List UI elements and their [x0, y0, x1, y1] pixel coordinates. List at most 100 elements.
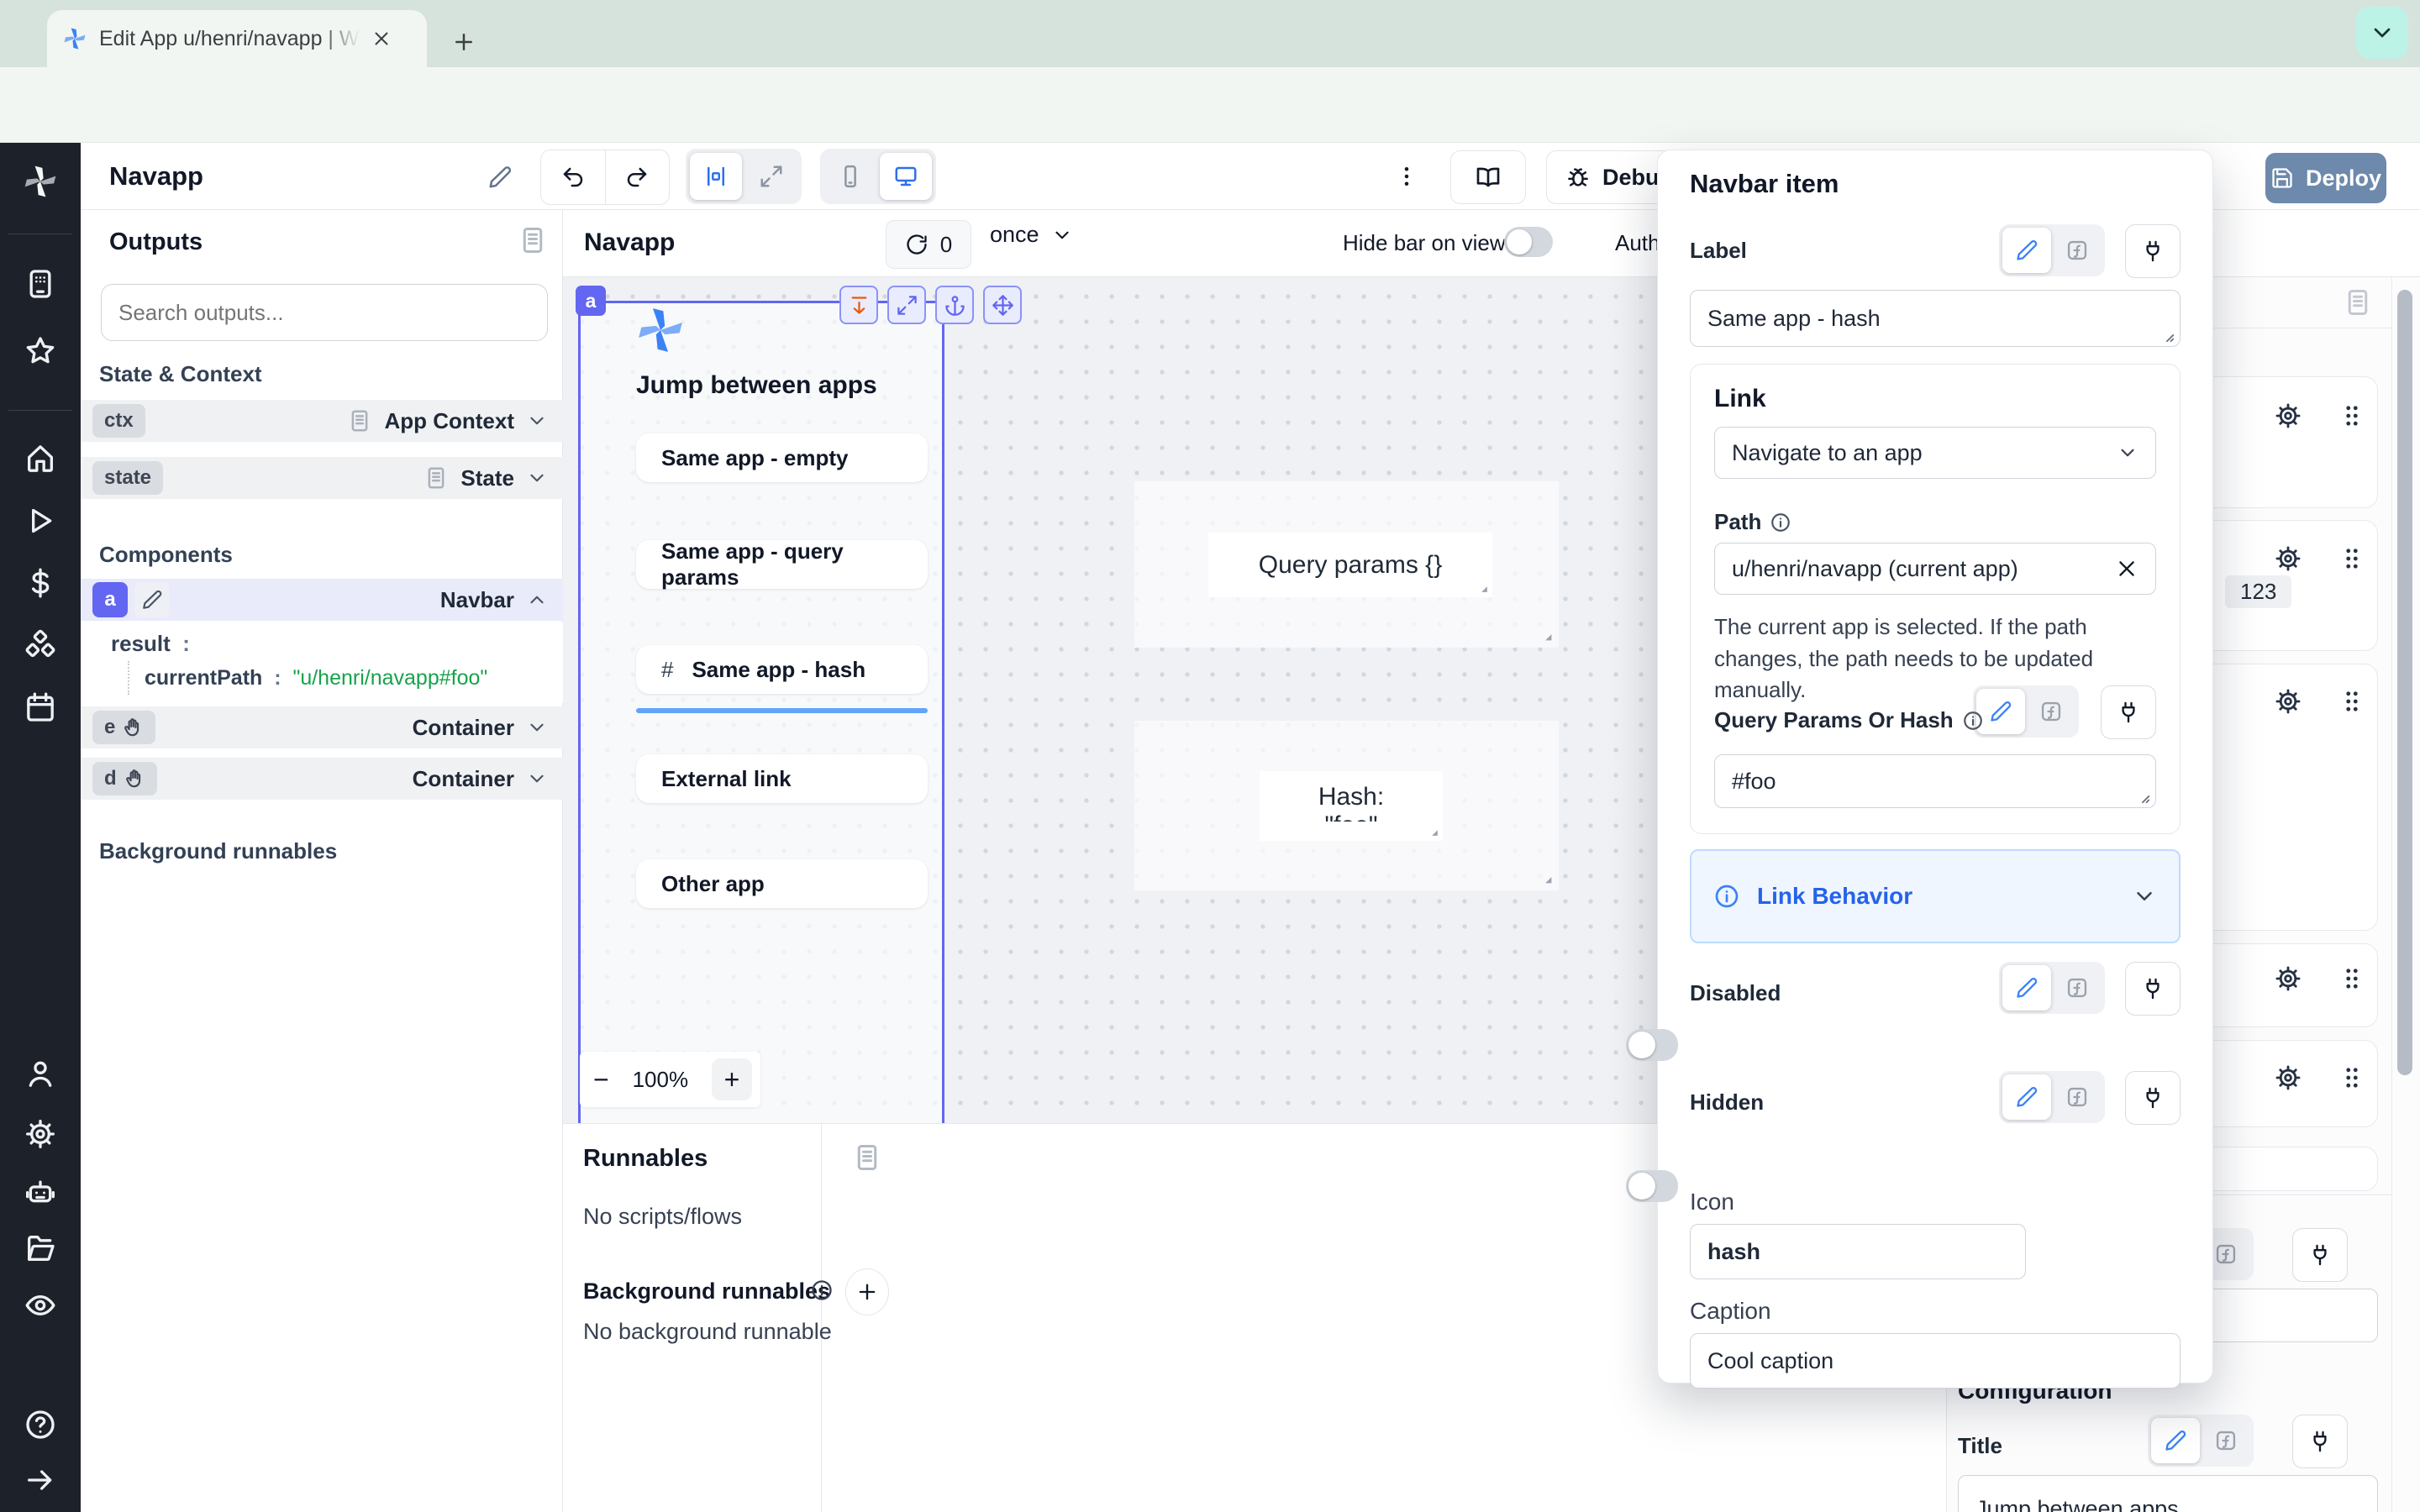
chevron-up-icon[interactable] [526, 589, 548, 611]
component-row-navbar[interactable]: a Navbar [81, 579, 563, 621]
gear-icon[interactable] [2274, 544, 2302, 573]
outputs-panel-icon[interactable] [518, 225, 548, 255]
zoom-out-button[interactable]: − [593, 1064, 609, 1095]
drag-handle-icon[interactable] [2338, 687, 2366, 716]
connect-plug-button[interactable] [2292, 1228, 2348, 1282]
docs-book-button[interactable] [1450, 150, 1526, 204]
drag-handle-icon[interactable] [2338, 544, 2366, 573]
sidebar-item-schedules[interactable] [24, 690, 57, 724]
caption-input[interactable] [1690, 1333, 2181, 1389]
move-button[interactable] [983, 286, 1022, 324]
sidebar-item-resources[interactable] [24, 628, 57, 662]
hidden-toggle[interactable] [1626, 1170, 1678, 1202]
run-mode-dropdown[interactable]: once [990, 222, 1073, 248]
doc-icon[interactable] [347, 408, 372, 433]
runnables-panel-icon[interactable] [852, 1142, 882, 1173]
edit-title-pencil-icon[interactable] [487, 165, 513, 190]
static-pencil-icon[interactable] [2002, 965, 2051, 1011]
nav-item-external-link[interactable]: External link [636, 754, 928, 803]
static-pencil-icon[interactable] [2151, 1418, 2200, 1463]
sidebar-item-help[interactable] [24, 1408, 57, 1441]
anchor-button[interactable] [935, 286, 974, 324]
gear-icon[interactable] [2274, 402, 2302, 430]
chevron-down-icon[interactable] [526, 768, 548, 790]
container-e-badge[interactable]: e [92, 711, 155, 744]
desktop-view-button[interactable] [880, 153, 932, 200]
output-row-state[interactable]: state State [81, 457, 563, 499]
sidebar-item-users[interactable] [24, 1057, 57, 1090]
hide-bar-toggle[interactable] [1504, 227, 1553, 257]
browser-tab[interactable]: Edit App u/henri/navapp | Win [47, 10, 427, 67]
sidebar-item-home[interactable] [24, 442, 57, 475]
sidebar-item-variables[interactable] [24, 566, 57, 600]
sidebar-item-settings[interactable] [24, 1117, 57, 1151]
function-icon[interactable] [2053, 1074, 2102, 1120]
mobile-view-button[interactable] [824, 153, 876, 200]
gear-icon[interactable] [2274, 1063, 2302, 1092]
disabled-toggle[interactable] [1626, 1029, 1678, 1061]
sidebar-item-apps[interactable] [24, 267, 57, 301]
sidebar-item-favorites[interactable] [24, 334, 57, 368]
clear-path-icon[interactable] [2115, 557, 2139, 580]
tab-search-chevron-button[interactable] [2356, 7, 2408, 59]
undo-button[interactable] [541, 150, 606, 204]
label-input[interactable] [1690, 290, 2181, 347]
gear-icon[interactable] [2274, 964, 2302, 993]
redo-button[interactable] [606, 150, 670, 204]
state-badge[interactable]: state [92, 461, 163, 495]
sidebar-collapse-icon[interactable] [24, 1463, 57, 1497]
output-row-ctx[interactable]: ctx App Context [81, 400, 563, 442]
navbar-id-badge[interactable]: a [92, 582, 128, 617]
zoom-in-button[interactable]: + [712, 1058, 752, 1100]
connect-plug-button[interactable] [2125, 962, 2181, 1016]
gear-icon[interactable] [2274, 687, 2302, 716]
container-query-params[interactable]: Query params {} [1134, 481, 1559, 648]
windmill-logo-icon[interactable] [22, 163, 59, 200]
function-icon[interactable] [2053, 965, 2102, 1011]
connect-plug-button[interactable] [2125, 224, 2181, 278]
container-d-badge[interactable]: d [92, 762, 157, 795]
connect-plug-button[interactable] [2292, 1415, 2348, 1468]
textarea-resize-icon[interactable] [2133, 786, 2151, 805]
nav-item-same-app-hash[interactable]: # Same app - hash [636, 645, 928, 694]
scrollbar-thumb[interactable] [2397, 290, 2412, 1075]
connect-plug-button[interactable] [2125, 1071, 2181, 1125]
static-pencil-icon[interactable] [2002, 1074, 2051, 1120]
drag-handle-icon[interactable] [2338, 964, 2366, 993]
function-icon[interactable] [2027, 689, 2075, 734]
right-panel-doc-icon[interactable] [2343, 287, 2373, 318]
link-behavior-accordion[interactable]: Link Behavior [1690, 849, 2181, 943]
doc-icon[interactable] [424, 465, 449, 491]
query-input[interactable] [1714, 754, 2156, 808]
hash-text-box[interactable]: Hash: "foo" [1260, 771, 1443, 841]
sidebar-item-audit[interactable] [24, 1289, 57, 1322]
link-type-select[interactable]: Navigate to an app [1714, 427, 2156, 479]
header-kebab-icon[interactable] [1385, 155, 1428, 198]
icon-input[interactable] [1690, 1224, 2026, 1279]
path-input[interactable]: u/henri/navapp (current app) [1714, 543, 2156, 595]
tab-close-icon[interactable] [371, 29, 392, 49]
function-icon[interactable] [2053, 228, 2102, 273]
add-background-runnable-button[interactable] [845, 1268, 889, 1315]
nav-item-same-app-query-params[interactable]: Same app - query params [636, 540, 928, 589]
nav-item-other-app[interactable]: Other app [636, 859, 928, 908]
refresh-count-button[interactable]: 0 [886, 220, 971, 269]
ctx-badge[interactable]: ctx [92, 404, 145, 438]
chevron-down-icon[interactable] [526, 467, 548, 489]
resize-corner-icon[interactable] [1537, 626, 1555, 644]
textarea-resize-icon[interactable] [2157, 325, 2175, 344]
maximize-button[interactable] [887, 286, 926, 324]
nav-item-same-app-empty[interactable]: Same app - empty [636, 433, 928, 482]
component-row-container-e[interactable]: e Container [81, 706, 563, 748]
query-params-text-box[interactable]: Query params {} [1208, 533, 1492, 597]
search-outputs-input[interactable] [101, 284, 548, 341]
info-icon[interactable] [1962, 710, 1984, 732]
chevron-down-icon[interactable] [526, 717, 548, 738]
drag-handle-icon[interactable] [2338, 402, 2366, 430]
info-icon[interactable] [1770, 512, 1791, 533]
resize-corner-icon[interactable] [1424, 822, 1441, 839]
deploy-button[interactable]: Deploy [2265, 153, 2386, 203]
sidebar-item-runs[interactable] [24, 504, 57, 538]
info-icon[interactable] [810, 1278, 834, 1302]
connect-plug-button[interactable] [2101, 685, 2156, 739]
